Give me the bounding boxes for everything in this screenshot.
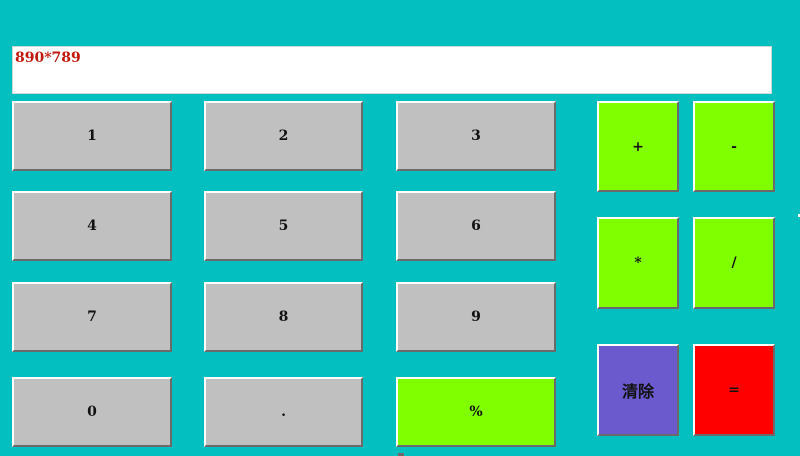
key-plus-label: + [632,138,644,155]
key-7-label: 7 [87,309,97,325]
clear-button[interactable]: 清除 [597,344,679,436]
key-minus-label: - [731,138,737,155]
key-plus[interactable]: + [597,101,679,192]
key-divide[interactable]: / [693,217,775,309]
key-percent-label: % [469,404,483,420]
key-8-label: 8 [278,309,289,325]
key-0-label: 0 [87,404,97,420]
key-0[interactable]: 0 [12,377,172,447]
equals-button-label: = [728,382,740,398]
key-4[interactable]: 4 [12,191,172,261]
key-5[interactable]: 5 [204,191,363,261]
key-5-label: 5 [278,218,289,234]
key-divide-label: / [731,255,737,271]
clear-button-label: 清除 [621,382,654,401]
key-multiply[interactable]: * [597,217,679,309]
key-3[interactable]: 3 [396,101,556,171]
key-minus[interactable]: - [693,101,775,192]
key-9-label: 9 [471,309,481,325]
key-1[interactable]: 1 [12,101,172,171]
key-2-label: 2 [278,128,289,144]
key-2[interactable]: 2 [204,101,363,171]
key-9[interactable]: 9 [396,282,556,352]
key-6-label: 6 [471,218,481,234]
key-decimal-point-label: . [281,404,286,420]
expression-display[interactable]: 890*789 [12,46,772,94]
display-text: 890*789 [15,50,81,66]
key-1-label: 1 [87,128,97,144]
key-6[interactable]: 6 [396,191,556,261]
key-decimal-point[interactable]: . [204,377,363,447]
key-7[interactable]: 7 [12,282,172,352]
key-3-label: 3 [471,128,481,144]
key-4-label: 4 [87,218,97,234]
key-multiply-label: * [634,255,642,271]
key-percent[interactable]: % [396,377,556,447]
equals-button[interactable]: = [693,344,775,436]
key-8[interactable]: 8 [204,282,363,352]
